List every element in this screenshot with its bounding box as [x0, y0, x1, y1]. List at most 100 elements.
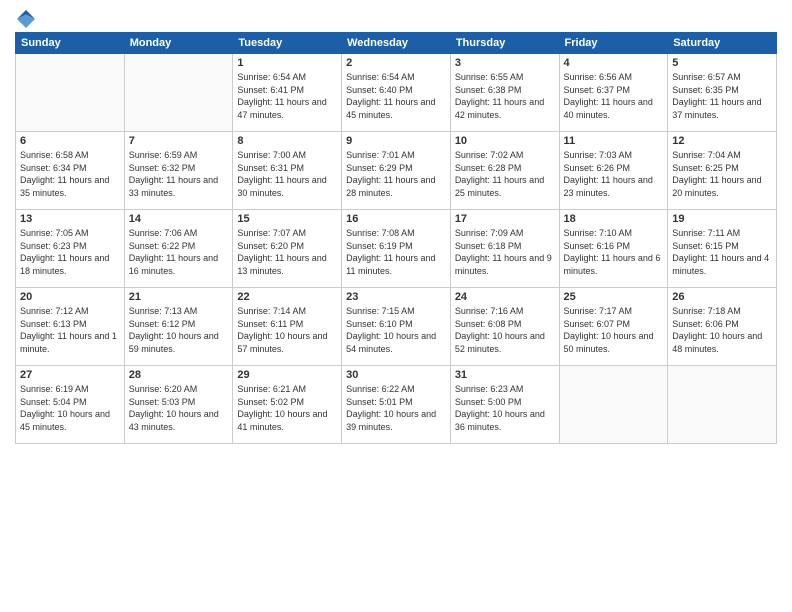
weekday-header-wednesday: Wednesday [342, 33, 451, 54]
day-number: 28 [129, 369, 229, 381]
calendar-cell: 21 Sunrise: 7:13 AMSunset: 6:12 PMDayligh… [124, 288, 233, 366]
calendar-cell [668, 366, 777, 444]
day-info: Sunrise: 6:58 AMSunset: 6:34 PMDaylight:… [20, 149, 120, 199]
logo [15, 10, 35, 24]
weekday-header-saturday: Saturday [668, 33, 777, 54]
day-info: Sunrise: 7:14 AMSunset: 6:11 PMDaylight:… [237, 305, 337, 355]
day-number: 30 [346, 369, 446, 381]
day-number: 22 [237, 291, 337, 303]
calendar-cell: 8 Sunrise: 7:00 AMSunset: 6:31 PMDaylight… [233, 132, 342, 210]
calendar-cell: 20 Sunrise: 7:12 AMSunset: 6:13 PMDayligh… [16, 288, 125, 366]
day-number: 8 [237, 135, 337, 147]
day-number: 17 [455, 213, 555, 225]
calendar-week-4: 20 Sunrise: 7:12 AMSunset: 6:13 PMDayligh… [16, 288, 777, 366]
calendar-cell: 17Sunrise: 7:09 AMSunset: 6:18 PMDayligh… [450, 210, 559, 288]
calendar-cell [124, 54, 233, 132]
calendar-cell [559, 366, 668, 444]
calendar-cell: 14 Sunrise: 7:06 AMSunset: 6:22 PMDayligh… [124, 210, 233, 288]
day-info: Sunrise: 6:21 AMSunset: 5:02 PMDaylight:… [237, 383, 337, 433]
day-info: Sunrise: 7:07 AMSunset: 6:20 PMDaylight:… [237, 227, 337, 277]
calendar-cell: 13 Sunrise: 7:05 AMSunset: 6:23 PMDayligh… [16, 210, 125, 288]
day-info: Sunrise: 7:02 AMSunset: 6:28 PMDaylight:… [455, 149, 555, 199]
day-number: 25 [564, 291, 664, 303]
day-number: 15 [237, 213, 337, 225]
calendar-cell: 18 Sunrise: 7:10 AMSunset: 6:16 PMDayligh… [559, 210, 668, 288]
calendar-cell: 30 Sunrise: 6:22 AMSunset: 5:01 PMDayligh… [342, 366, 451, 444]
day-number: 10 [455, 135, 555, 147]
day-info: Sunrise: 7:04 AMSunset: 6:25 PMDaylight:… [672, 149, 772, 199]
header [15, 10, 777, 24]
calendar-cell: 12 Sunrise: 7:04 AMSunset: 6:25 PMDayligh… [668, 132, 777, 210]
day-number: 13 [20, 213, 120, 225]
day-info: Sunrise: 7:12 AMSunset: 6:13 PMDaylight:… [20, 305, 120, 355]
day-number: 9 [346, 135, 446, 147]
page: SundayMondayTuesdayWednesdayThursdayFrid… [0, 0, 792, 612]
day-info: Sunrise: 6:19 AMSunset: 5:04 PMDaylight:… [20, 383, 120, 433]
day-info: Sunrise: 7:06 AMSunset: 6:22 PMDaylight:… [129, 227, 229, 277]
calendar-cell: 31Sunrise: 6:23 AMSunset: 5:00 PMDayligh… [450, 366, 559, 444]
day-info: Sunrise: 7:10 AMSunset: 6:16 PMDaylight:… [564, 227, 664, 277]
day-info: Sunrise: 7:15 AMSunset: 6:10 PMDaylight:… [346, 305, 446, 355]
logo-icon [17, 10, 35, 28]
day-info: Sunrise: 6:20 AMSunset: 5:03 PMDaylight:… [129, 383, 229, 433]
calendar-cell: 29Sunrise: 6:21 AMSunset: 5:02 PMDayligh… [233, 366, 342, 444]
day-number: 2 [346, 57, 446, 69]
calendar-cell: 4 Sunrise: 6:56 AMSunset: 6:37 PMDaylight… [559, 54, 668, 132]
calendar-week-2: 6 Sunrise: 6:58 AMSunset: 6:34 PMDaylight… [16, 132, 777, 210]
day-info: Sunrise: 6:22 AMSunset: 5:01 PMDaylight:… [346, 383, 446, 433]
day-number: 14 [129, 213, 229, 225]
weekday-header-monday: Monday [124, 33, 233, 54]
calendar-cell: 26 Sunrise: 7:18 AMSunset: 6:06 PMDayligh… [668, 288, 777, 366]
day-number: 6 [20, 135, 120, 147]
calendar-cell: 25 Sunrise: 7:17 AMSunset: 6:07 PMDayligh… [559, 288, 668, 366]
day-info: Sunrise: 6:54 AMSunset: 6:41 PMDaylight:… [237, 71, 337, 121]
day-info: Sunrise: 7:13 AMSunset: 6:12 PMDaylight:… [129, 305, 229, 355]
day-number: 3 [455, 57, 555, 69]
day-info: Sunrise: 7:00 AMSunset: 6:31 PMDaylight:… [237, 149, 337, 199]
calendar-cell: 16Sunrise: 7:08 AMSunset: 6:19 PMDayligh… [342, 210, 451, 288]
day-info: Sunrise: 6:55 AMSunset: 6:38 PMDaylight:… [455, 71, 555, 121]
weekday-header-tuesday: Tuesday [233, 33, 342, 54]
weekday-header-row: SundayMondayTuesdayWednesdayThursdayFrid… [16, 33, 777, 54]
day-info: Sunrise: 7:01 AMSunset: 6:29 PMDaylight:… [346, 149, 446, 199]
calendar-cell: 5Sunrise: 6:57 AMSunset: 6:35 PMDaylight… [668, 54, 777, 132]
day-number: 31 [455, 369, 555, 381]
day-number: 18 [564, 213, 664, 225]
logo-text [15, 10, 35, 28]
calendar-cell: 10 Sunrise: 7:02 AMSunset: 6:28 PMDayligh… [450, 132, 559, 210]
day-info: Sunrise: 7:03 AMSunset: 6:26 PMDaylight:… [564, 149, 664, 199]
calendar-cell: 27 Sunrise: 6:19 AMSunset: 5:04 PMDayligh… [16, 366, 125, 444]
day-number: 23 [346, 291, 446, 303]
calendar-cell: 22 Sunrise: 7:14 AMSunset: 6:11 PMDayligh… [233, 288, 342, 366]
calendar-cell: 19 Sunrise: 7:11 AMSunset: 6:15 PMDayligh… [668, 210, 777, 288]
day-number: 20 [20, 291, 120, 303]
day-info: Sunrise: 7:18 AMSunset: 6:06 PMDaylight:… [672, 305, 772, 355]
day-info: Sunrise: 7:17 AMSunset: 6:07 PMDaylight:… [564, 305, 664, 355]
day-number: 26 [672, 291, 772, 303]
day-number: 21 [129, 291, 229, 303]
day-number: 4 [564, 57, 664, 69]
calendar-cell: 23 Sunrise: 7:15 AMSunset: 6:10 PMDayligh… [342, 288, 451, 366]
calendar-cell: 7 Sunrise: 6:59 AMSunset: 6:32 PMDaylight… [124, 132, 233, 210]
day-number: 27 [20, 369, 120, 381]
calendar-cell: 6 Sunrise: 6:58 AMSunset: 6:34 PMDaylight… [16, 132, 125, 210]
day-number: 7 [129, 135, 229, 147]
weekday-header-thursday: Thursday [450, 33, 559, 54]
day-number: 11 [564, 135, 664, 147]
day-number: 19 [672, 213, 772, 225]
calendar-week-3: 13 Sunrise: 7:05 AMSunset: 6:23 PMDayligh… [16, 210, 777, 288]
day-info: Sunrise: 6:59 AMSunset: 6:32 PMDaylight:… [129, 149, 229, 199]
calendar-week-1: 1 Sunrise: 6:54 AMSunset: 6:41 PMDaylight… [16, 54, 777, 132]
day-info: Sunrise: 6:57 AMSunset: 6:35 PMDaylight:… [672, 71, 772, 121]
day-number: 1 [237, 57, 337, 69]
day-number: 24 [455, 291, 555, 303]
calendar-cell: 3 Sunrise: 6:55 AMSunset: 6:38 PMDaylight… [450, 54, 559, 132]
day-info: Sunrise: 7:05 AMSunset: 6:23 PMDaylight:… [20, 227, 120, 277]
day-info: Sunrise: 7:11 AMSunset: 6:15 PMDaylight:… [672, 227, 772, 277]
day-info: Sunrise: 7:16 AMSunset: 6:08 PMDaylight:… [455, 305, 555, 355]
calendar-cell: 28 Sunrise: 6:20 AMSunset: 5:03 PMDayligh… [124, 366, 233, 444]
day-info: Sunrise: 7:08 AMSunset: 6:19 PMDaylight:… [346, 227, 446, 277]
day-info: Sunrise: 6:56 AMSunset: 6:37 PMDaylight:… [564, 71, 664, 121]
weekday-header-sunday: Sunday [16, 33, 125, 54]
day-number: 12 [672, 135, 772, 147]
